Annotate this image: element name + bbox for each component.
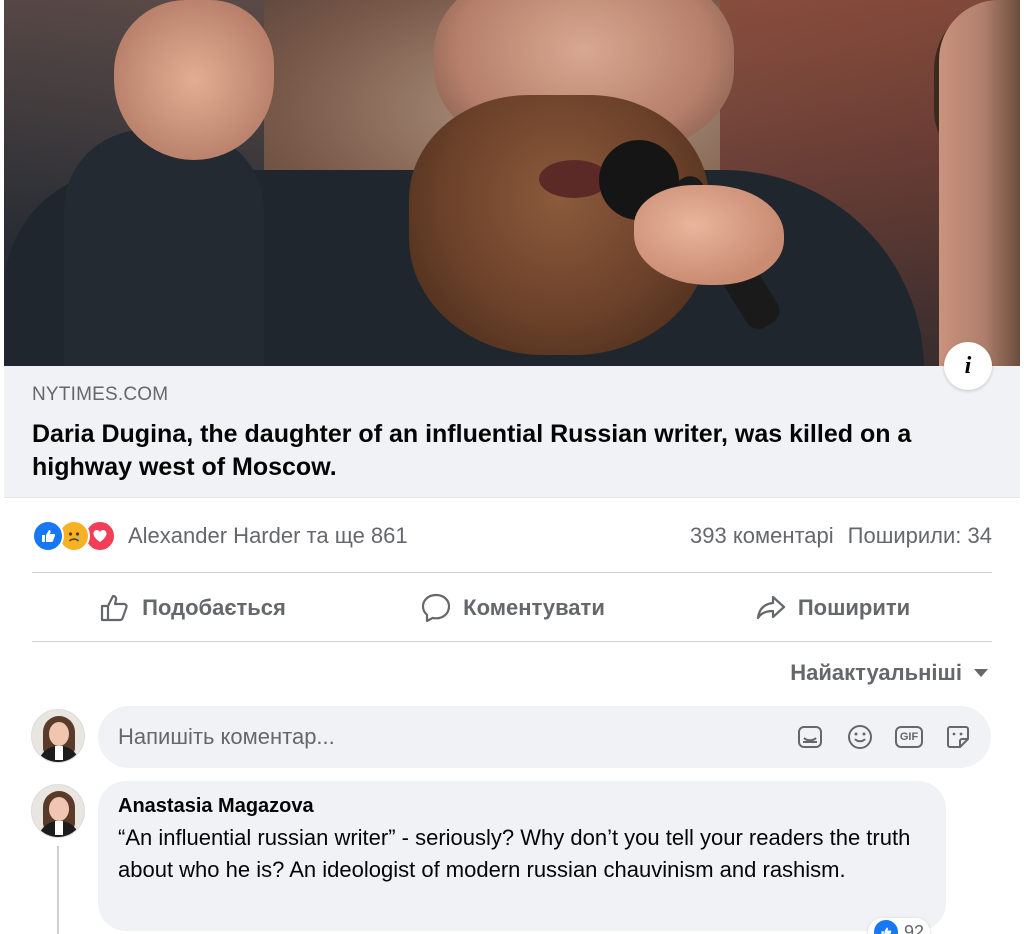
link-preview-card[interactable]: NYTIMES.COM Daria Dugina, the daughter o…	[4, 366, 1020, 498]
thumbs-up-icon	[101, 594, 128, 622]
sort-label: Найактуальніші	[790, 660, 962, 685]
image-hand	[114, 0, 274, 160]
comment-composer[interactable]: GIF	[98, 706, 991, 768]
comment-author[interactable]: Anastasia Magazova	[118, 795, 926, 818]
share-button-label: Поширити	[797, 595, 911, 620]
reactors-text[interactable]: Alexander Harder та ще 861	[128, 523, 408, 549]
like-icon	[32, 520, 64, 552]
comment-input[interactable]	[118, 724, 758, 750]
link-domain: NYTIMES.COM	[32, 384, 169, 405]
link-preview-image[interactable]	[4, 0, 1020, 366]
share-icon	[756, 595, 785, 620]
comment-sort-dropdown[interactable]: Найактуальніші	[790, 660, 988, 686]
divider	[32, 572, 992, 573]
comment-text: “An influential russian writer” - seriou…	[118, 825, 911, 882]
comment-icon	[422, 593, 451, 623]
avatar[interactable]	[31, 784, 85, 838]
link-headline[interactable]: Daria Dugina, the daughter of an influen…	[32, 418, 992, 484]
avatar[interactable]	[31, 709, 85, 763]
thread-line	[57, 846, 59, 934]
avatar-sticker-icon[interactable]	[943, 722, 973, 752]
shares-count[interactable]: Поширили: 34	[848, 523, 992, 549]
reaction-summary[interactable]	[32, 520, 116, 552]
like-icon	[874, 920, 898, 934]
post-stats: Alexander Harder та ще 861 393 коментарі…	[32, 516, 992, 556]
comment-button[interactable]: Коментувати	[352, 574, 672, 642]
emoji-icon[interactable]	[845, 722, 875, 752]
share-button[interactable]: Поширити	[672, 574, 992, 642]
sticker-icon[interactable]	[795, 722, 825, 752]
image-sleeve	[64, 130, 264, 366]
comment-button-label: Коментувати	[463, 595, 605, 620]
info-icon[interactable]: i	[944, 342, 992, 390]
image-hand	[634, 185, 784, 285]
comments-count[interactable]: 393 коментарі	[690, 523, 834, 549]
caret-down-icon	[974, 669, 988, 677]
like-button[interactable]: Подобається	[32, 574, 352, 642]
gif-icon[interactable]: GIF	[895, 726, 923, 748]
post-actions: Подобається Коментувати Поширити	[32, 574, 992, 642]
comment-bubble[interactable]: Anastasia Magazova “An influential russi…	[98, 781, 946, 931]
divider	[32, 641, 992, 642]
comment-reaction-count: 92	[904, 921, 925, 934]
image-person	[939, 0, 1020, 366]
comment-reaction-badge[interactable]: 92	[868, 918, 931, 934]
like-button-label: Подобається	[142, 595, 286, 620]
